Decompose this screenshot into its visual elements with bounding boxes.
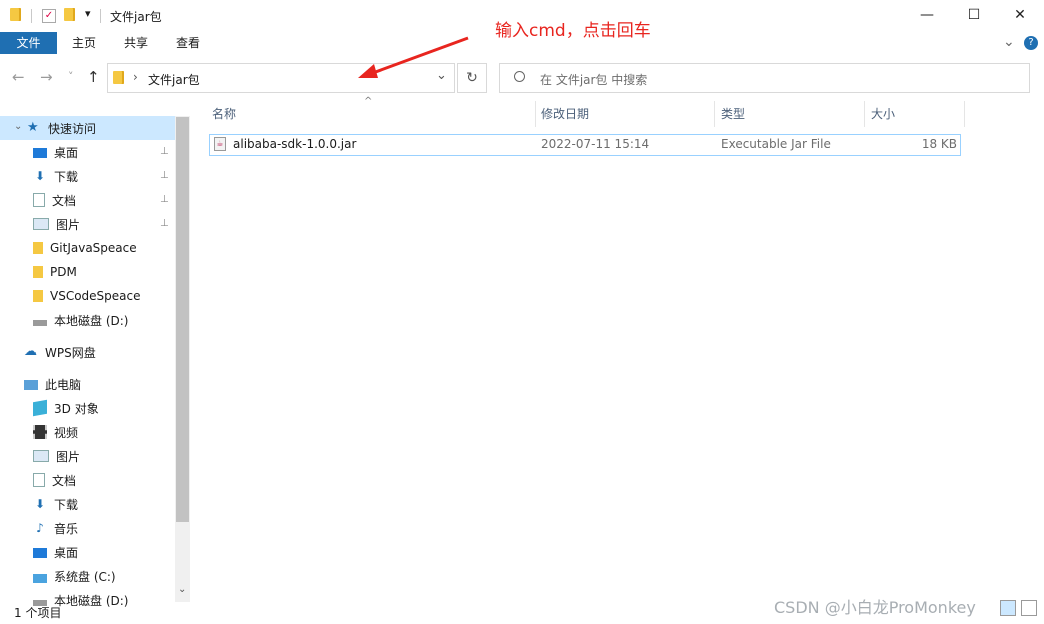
sidebar-item-label: VSCodeSpeace — [50, 289, 141, 303]
scroll-down-icon[interactable]: ⌄ — [178, 584, 186, 595]
recent-locations-button[interactable]: ˅ — [68, 70, 74, 83]
column-divider[interactable] — [535, 101, 536, 127]
properties-icon[interactable]: ✓ — [42, 9, 56, 23]
sidebar-item-label: 下载 — [54, 497, 79, 512]
computer-icon — [24, 380, 38, 390]
picture-icon — [33, 218, 49, 230]
pin-icon[interactable]: ⊥ — [160, 170, 169, 181]
tab-share[interactable]: 共享 — [114, 32, 158, 54]
column-header-type[interactable]: 类型 — [721, 100, 745, 128]
sidebar-item-label: 文档 — [52, 473, 77, 488]
picture-icon — [33, 450, 49, 462]
file-size: 18 KB — [921, 137, 957, 151]
divider — [31, 9, 32, 23]
desktop-icon — [33, 548, 47, 558]
details-view-icon[interactable] — [1000, 600, 1016, 616]
video-icon — [33, 425, 47, 439]
divider — [100, 9, 101, 23]
cloud-icon: ☁ — [24, 344, 37, 359]
sidebar-item-label: 桌面 — [54, 545, 79, 560]
search-icon — [514, 71, 525, 82]
sidebar-item-wps[interactable]: ☁ WPS网盘 — [24, 340, 200, 364]
download-icon: ⬇ — [34, 169, 46, 183]
sidebar-item-label: 下载 — [54, 169, 79, 184]
sidebar-item-label: 音乐 — [54, 521, 79, 536]
file-type: Executable Jar File — [721, 137, 831, 151]
breadcrumb-separator: › — [133, 70, 138, 84]
drive-icon — [33, 320, 47, 326]
column-header-name[interactable]: 名称 — [212, 100, 236, 128]
sidebar-item-label: 视频 — [54, 425, 79, 440]
column-header-date[interactable]: 修改日期 — [541, 100, 589, 128]
column-divider[interactable] — [964, 101, 965, 127]
minimize-button[interactable]: — — [904, 0, 950, 30]
column-header-size[interactable]: 大小 — [871, 100, 895, 128]
up-button[interactable]: ↑ — [87, 68, 100, 86]
status-item-count: 1 个项目 — [14, 606, 62, 620]
forward-button[interactable]: → — [40, 68, 53, 86]
document-icon — [33, 193, 45, 207]
sidebar-item-label: 文档 — [52, 193, 77, 208]
sidebar-item-label: 桌面 — [54, 145, 79, 160]
back-button[interactable]: ← — [12, 68, 25, 86]
annotation-text: 输入cmd，点击回车 — [495, 21, 651, 41]
sidebar-item-label: 此电脑 — [45, 377, 82, 392]
3d-objects-icon — [33, 399, 47, 417]
sidebar-item-label: GitJavaSpeace — [50, 241, 137, 255]
star-icon: ★ — [27, 120, 39, 135]
tab-home[interactable]: 主页 — [62, 32, 106, 54]
sidebar-item-label: 3D 对象 — [54, 401, 99, 416]
file-date: 2022-07-11 15:14 — [541, 137, 650, 151]
pin-icon[interactable]: ⊥ — [160, 218, 169, 229]
breadcrumb[interactable]: 文件jar包 — [148, 71, 200, 88]
customize-toolbar-icon[interactable]: ▾ — [85, 7, 91, 20]
folder-icon — [113, 71, 124, 84]
chevron-down-icon[interactable]: ⌄ — [14, 121, 22, 132]
sidebar-item-label: 本地磁盘 (D:) — [54, 313, 129, 328]
close-button[interactable]: ✕ — [997, 0, 1043, 30]
sort-ascending-icon: ^ — [364, 96, 373, 107]
download-icon: ⬇ — [34, 497, 46, 511]
file-name[interactable]: alibaba-sdk-1.0.0.jar — [233, 137, 356, 151]
large-icons-view-icon[interactable] — [1021, 600, 1037, 616]
annotation-arrow-icon — [358, 36, 469, 78]
sidebar-item-label: WPS网盘 — [45, 345, 96, 360]
desktop-icon — [33, 148, 47, 158]
ribbon-expand-icon[interactable]: ⌄ — [1003, 34, 1015, 50]
sidebar-item-label: 图片 — [56, 217, 81, 232]
sidebar-item-label: 快速访问 — [48, 121, 97, 136]
scrollbar-thumb[interactable] — [176, 117, 189, 522]
sidebar-item-label: 系统盘 (C:) — [54, 569, 116, 584]
search-placeholder: 在 文件jar包 中搜索 — [540, 73, 648, 87]
column-divider[interactable] — [714, 101, 715, 127]
folder-icon — [33, 266, 43, 278]
pin-icon[interactable]: ⊥ — [160, 146, 169, 157]
sidebar-item-label: PDM — [50, 265, 77, 279]
tab-view[interactable]: 查看 — [166, 32, 210, 54]
sidebar-item-this-pc[interactable]: 此电脑 — [24, 372, 200, 396]
pin-icon[interactable]: ⊥ — [160, 194, 169, 205]
folder-icon — [33, 242, 43, 254]
window-title: 文件jar包 — [110, 10, 162, 24]
folder-icon — [10, 8, 24, 22]
sidebar-item-label: 本地磁盘 (D:) — [54, 593, 129, 608]
document-icon — [33, 473, 45, 487]
sidebar-item-label: 图片 — [56, 449, 81, 464]
folder-icon — [33, 290, 43, 302]
jar-file-icon: ☕ — [214, 137, 226, 151]
maximize-button[interactable]: ☐ — [951, 0, 997, 30]
system-drive-icon — [33, 573, 47, 583]
tab-file[interactable]: 文件 — [0, 32, 57, 54]
new-folder-icon[interactable] — [64, 8, 78, 22]
column-divider[interactable] — [864, 101, 865, 127]
music-icon: ♪ — [36, 521, 44, 535]
watermark: CSDN @小白龙ProMonkey — [774, 598, 976, 617]
help-icon[interactable]: ? — [1024, 36, 1038, 50]
